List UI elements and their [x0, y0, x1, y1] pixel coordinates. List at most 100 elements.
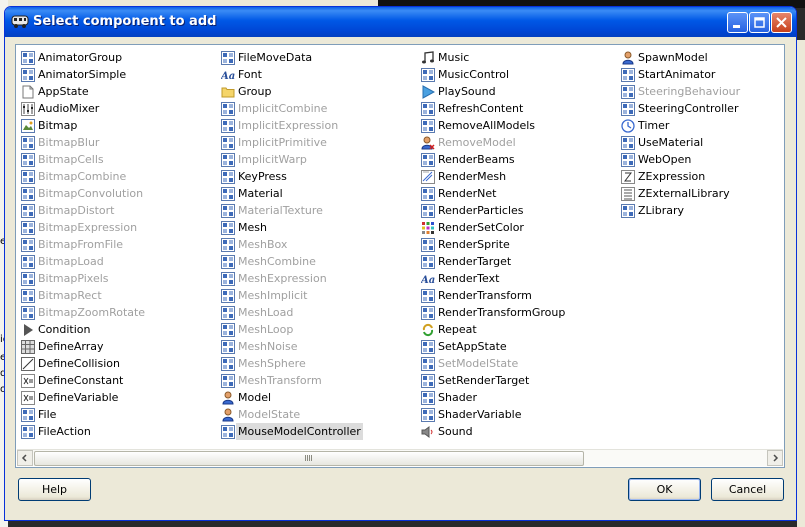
horizontal-scrollbar[interactable]: [17, 449, 783, 466]
list-item[interactable]: BitmapCombine: [21, 168, 221, 185]
person-icon: [621, 51, 635, 65]
list-item[interactable]: DefineVariable: [21, 389, 221, 406]
list-item[interactable]: ShaderVariable: [421, 406, 621, 423]
close-button[interactable]: [771, 12, 792, 33]
list-item[interactable]: SetRenderTarget: [421, 372, 621, 389]
list-item[interactable]: RenderBeams: [421, 151, 621, 168]
list-item[interactable]: RenderTransform: [421, 287, 621, 304]
list-item[interactable]: Condition: [21, 321, 221, 338]
list-item[interactable]: Timer: [621, 117, 784, 134]
list-item[interactable]: Mesh: [221, 219, 421, 236]
variable-icon: [21, 390, 35, 405]
scroll-right-button[interactable]: [767, 450, 783, 466]
list-item[interactable]: BitmapZoomRotate: [21, 304, 221, 321]
cancel-button[interactable]: Cancel: [711, 478, 784, 501]
list-item[interactable]: BitmapConvolution: [21, 185, 221, 202]
list-item[interactable]: FileMoveData: [221, 49, 421, 66]
list-item[interactable]: BitmapDistort: [21, 202, 221, 219]
list-item[interactable]: MouseModelController: [221, 423, 421, 440]
list-item[interactable]: ImplicitExpression: [221, 117, 421, 134]
list-item[interactable]: SpawnModel: [621, 49, 784, 66]
list-item[interactable]: MeshExpression: [221, 270, 421, 287]
maximize-button[interactable]: [749, 12, 770, 33]
list-item[interactable]: SteeringBehaviour: [621, 83, 784, 100]
list-item[interactable]: RenderParticles: [421, 202, 621, 219]
list-item[interactable]: SetAppState: [421, 338, 621, 355]
list-item[interactable]: RenderSprite: [421, 236, 621, 253]
title-bar[interactable]: Select component to add: [5, 7, 796, 37]
list-item[interactable]: RefreshContent: [421, 100, 621, 117]
list-item[interactable]: Shader: [421, 389, 621, 406]
list-item[interactable]: WebOpen: [621, 151, 784, 168]
list-item[interactable]: Music: [421, 49, 621, 66]
list-item-label: BitmapDistort: [38, 204, 115, 217]
scroll-left-button[interactable]: [17, 450, 33, 466]
list-item[interactable]: BitmapCells: [21, 151, 221, 168]
list-item[interactable]: FileAction: [21, 423, 221, 440]
list-item[interactable]: ZExternalLibrary: [621, 185, 784, 202]
list-item[interactable]: AudioMixer: [21, 100, 221, 117]
list-item[interactable]: ZLibrary: [621, 202, 784, 219]
list-item[interactable]: AppState: [21, 83, 221, 100]
list-item[interactable]: MeshSphere: [221, 355, 421, 372]
list-item[interactable]: Material: [221, 185, 421, 202]
list-item[interactable]: SetModelState: [421, 355, 621, 372]
list-item[interactable]: UseMaterial: [621, 134, 784, 151]
list-item[interactable]: BitmapExpression: [21, 219, 221, 236]
list-item[interactable]: DefineArray: [21, 338, 221, 355]
list-item[interactable]: MeshTransform: [221, 372, 421, 389]
list-item[interactable]: AnimatorGroup: [21, 49, 221, 66]
list-item-label: Timer: [638, 119, 670, 132]
list-item[interactable]: PlaySound: [421, 83, 621, 100]
component-icon: [421, 305, 435, 320]
list-item[interactable]: StartAnimator: [621, 66, 784, 83]
list-item-label: File: [38, 408, 57, 421]
list-item[interactable]: RenderSetColor: [421, 219, 621, 236]
list-item[interactable]: MeshLoop: [221, 321, 421, 338]
list-item[interactable]: Aa RenderText: [420, 270, 621, 287]
list-item[interactable]: RemoveModel: [421, 134, 621, 151]
list-item[interactable]: RenderTransformGroup: [421, 304, 621, 321]
list-item[interactable]: AnimatorSimple: [21, 66, 221, 83]
list-item[interactable]: SteeringController: [621, 100, 784, 117]
list-item[interactable]: Aa Font: [220, 66, 421, 83]
scroll-thumb[interactable]: [34, 451, 584, 466]
list-item[interactable]: BitmapFromFile: [21, 236, 221, 253]
list-item[interactable]: BitmapBlur: [21, 134, 221, 151]
minimize-button[interactable]: [727, 12, 748, 33]
list-item[interactable]: MeshImplicit: [221, 287, 421, 304]
help-button[interactable]: Help: [18, 478, 91, 501]
list-item[interactable]: Bitmap: [21, 117, 221, 134]
list-item[interactable]: ModelState: [221, 406, 421, 423]
list-item[interactable]: KeyPress: [221, 168, 421, 185]
list-item-label: AnimatorGroup: [38, 51, 123, 64]
list-item-label: ImplicitWarp: [238, 153, 307, 166]
list-item[interactable]: ImplicitCombine: [221, 100, 421, 117]
list-item[interactable]: MeshNoise: [221, 338, 421, 355]
list-item[interactable]: MeshLoad: [221, 304, 421, 321]
list-item[interactable]: ZExpression: [621, 168, 784, 185]
list-item[interactable]: BitmapRect: [21, 287, 221, 304]
list-item[interactable]: ImplicitPrimitive: [221, 134, 421, 151]
list-item[interactable]: MusicControl: [421, 66, 621, 83]
list-item[interactable]: RenderTarget: [421, 253, 621, 270]
list-item[interactable]: File: [21, 406, 221, 423]
list-item[interactable]: Sound: [421, 423, 621, 440]
list-item[interactable]: RenderNet: [421, 185, 621, 202]
list-item[interactable]: DefineCollision: [21, 355, 221, 372]
list-item[interactable]: Model: [221, 389, 421, 406]
ok-button[interactable]: OK: [628, 478, 701, 501]
component-icon: [221, 220, 235, 235]
list-item[interactable]: Group: [221, 83, 421, 100]
component-list[interactable]: AnimatorGroup AnimatorSimple AppState Audio…: [15, 44, 785, 468]
list-item[interactable]: BitmapPixels: [21, 270, 221, 287]
list-item[interactable]: RemoveAllModels: [421, 117, 621, 134]
list-item[interactable]: DefineConstant: [21, 372, 221, 389]
list-item[interactable]: MeshCombine: [221, 253, 421, 270]
list-item[interactable]: MeshBox: [221, 236, 421, 253]
list-item[interactable]: RenderMesh: [421, 168, 621, 185]
list-item[interactable]: Repeat: [421, 321, 621, 338]
list-item[interactable]: BitmapLoad: [21, 253, 221, 270]
list-item[interactable]: MaterialTexture: [221, 202, 421, 219]
list-item[interactable]: ImplicitWarp: [221, 151, 421, 168]
